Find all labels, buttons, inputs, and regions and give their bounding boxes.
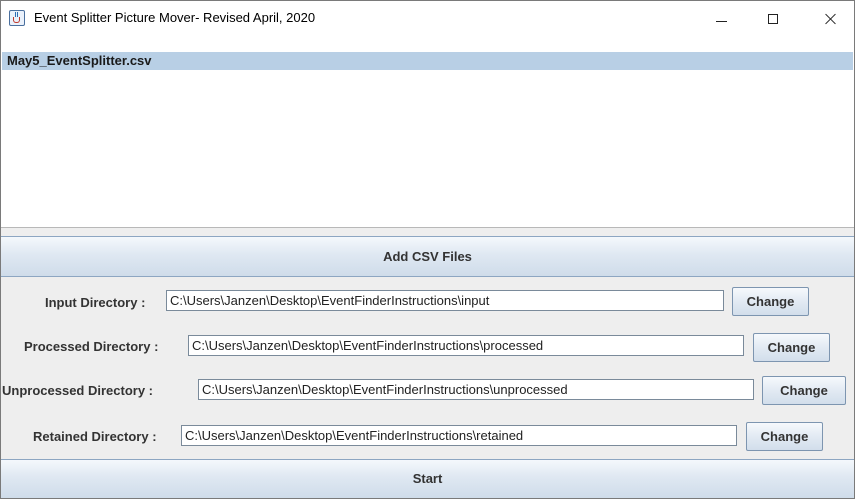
window-title: Event Splitter Picture Mover- Revised Ap… <box>34 10 316 25</box>
retained-directory-label: Retained Directory : <box>33 429 157 444</box>
input-directory-field[interactable]: C:\Users\Janzen\Desktop\EventFinderInstr… <box>166 290 724 311</box>
add-csv-files-button[interactable]: Add CSV Files <box>1 236 854 277</box>
unprocessed-directory-label: Unprocessed Directory : <box>2 383 153 398</box>
change-processed-directory-button[interactable]: Change <box>753 333 830 362</box>
maximize-icon <box>768 14 778 24</box>
list-item[interactable]: May5_EventSplitter.csv <box>2 52 853 70</box>
java-cup-icon <box>9 10 25 26</box>
change-unprocessed-directory-button[interactable]: Change <box>762 376 846 405</box>
change-input-directory-button[interactable]: Change <box>732 287 809 316</box>
unprocessed-directory-field[interactable]: C:\Users\Janzen\Desktop\EventFinderInstr… <box>198 379 754 400</box>
change-retained-directory-button[interactable]: Change <box>746 422 823 451</box>
app-window: Event Splitter Picture Mover- Revised Ap… <box>0 0 855 499</box>
maximize-button[interactable] <box>750 1 796 38</box>
input-directory-label: Input Directory : <box>45 295 146 310</box>
start-button[interactable]: Start <box>1 459 854 498</box>
processed-directory-label: Processed Directory : <box>24 339 159 354</box>
title-bar[interactable]: Event Splitter Picture Mover- Revised Ap… <box>1 1 854 38</box>
csv-file-list[interactable]: May5_EventSplitter.csv <box>1 38 854 228</box>
minimize-button[interactable] <box>699 1 745 38</box>
processed-directory-field[interactable]: C:\Users\Janzen\Desktop\EventFinderInstr… <box>188 335 744 356</box>
retained-directory-field[interactable]: C:\Users\Janzen\Desktop\EventFinderInstr… <box>181 425 737 446</box>
minimize-icon <box>716 21 727 22</box>
close-button[interactable] <box>808 1 854 38</box>
close-icon <box>825 13 837 25</box>
